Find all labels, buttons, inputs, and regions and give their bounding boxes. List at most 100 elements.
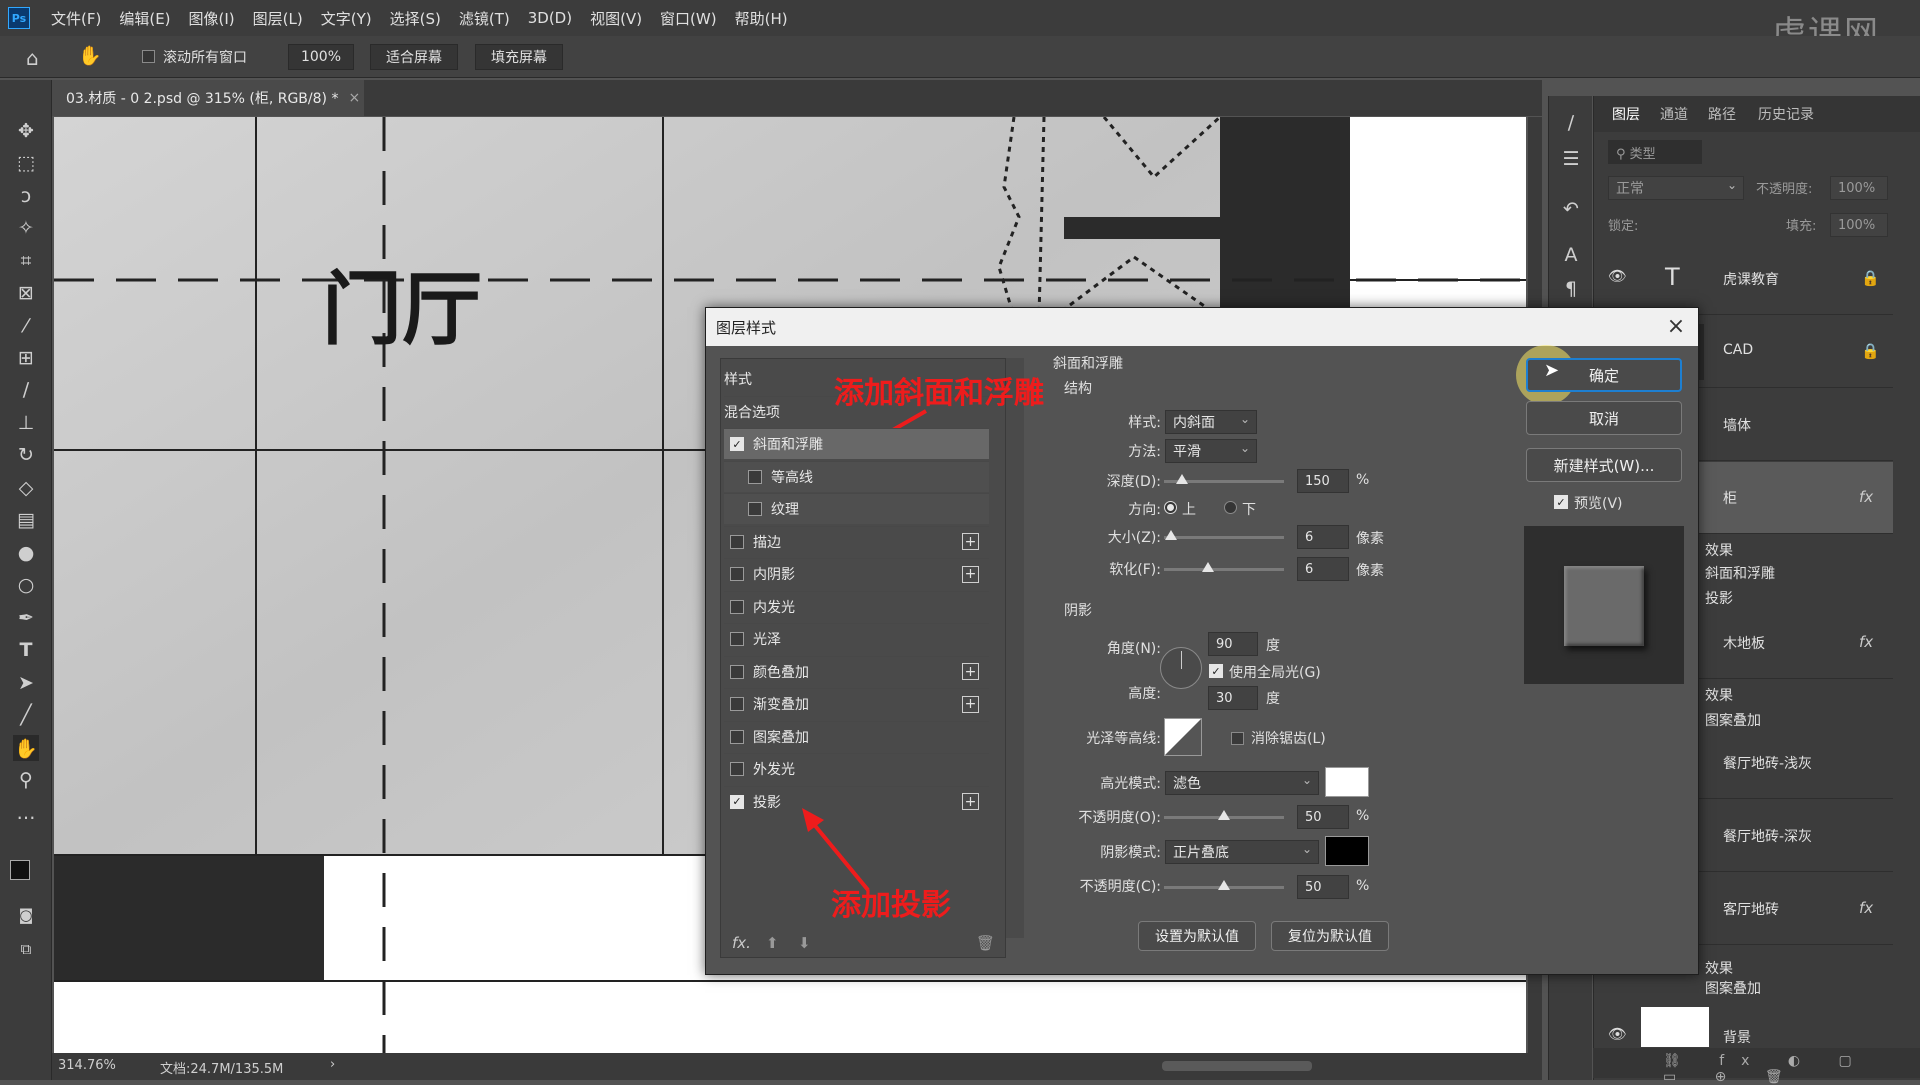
visibility-eye-icon[interactable]: 👁 xyxy=(1608,267,1627,285)
size-slider[interactable] xyxy=(1164,530,1284,540)
horizontal-scroll-thumb[interactable] xyxy=(1162,1061,1312,1071)
highlight-opacity-slider[interactable] xyxy=(1164,810,1284,820)
depth-input[interactable]: 150 xyxy=(1297,469,1349,493)
bevel-style-select[interactable]: 内斜面 xyxy=(1165,410,1257,434)
tab-channels[interactable]: 通道 xyxy=(1660,104,1688,124)
close-icon[interactable]: × xyxy=(1664,314,1688,339)
style-item[interactable]: ✓ 斜面和浮雕 xyxy=(724,428,989,459)
tab-history[interactable]: 历史记录 xyxy=(1758,104,1814,124)
style-item[interactable]: 图案叠加 xyxy=(724,720,989,752)
type-tool-icon[interactable]: T xyxy=(13,637,39,663)
line-tool-icon[interactable]: ╱ xyxy=(13,702,39,728)
status-zoom[interactable]: 314.76% xyxy=(58,1058,116,1073)
style-item[interactable]: 渐变叠加 + xyxy=(724,688,989,719)
menu-layer[interactable]: 图层(L) xyxy=(244,8,312,29)
history-icon[interactable]: ↶ xyxy=(1558,196,1584,222)
tab-layers[interactable]: 图层 xyxy=(1612,104,1640,124)
healing-brush-icon[interactable]: ⊞ xyxy=(13,345,39,371)
style-checkbox[interactable] xyxy=(748,469,762,484)
size-slider-knob[interactable] xyxy=(1165,530,1178,540)
size-input[interactable]: 6 xyxy=(1297,525,1349,549)
preview-checkbox[interactable]: ✓ xyxy=(1554,495,1568,509)
fit-screen-button[interactable]: 适合屏幕 xyxy=(370,44,458,70)
gradient-icon[interactable]: ▤ xyxy=(13,507,39,533)
style-item[interactable]: 外发光 xyxy=(724,753,989,784)
hand-tool-icon[interactable]: ✋ xyxy=(78,44,102,68)
quick-mask-icon[interactable]: ◙ xyxy=(13,902,39,928)
style-checkbox[interactable] xyxy=(730,534,744,549)
reset-default-button[interactable]: 复位为默认值 xyxy=(1271,921,1389,951)
highlight-mode-select[interactable]: 滤色 xyxy=(1165,771,1319,795)
style-checkbox[interactable] xyxy=(730,599,744,614)
direction-up-radio[interactable] xyxy=(1164,501,1177,514)
effect-bevel[interactable]: 斜面和浮雕 xyxy=(1705,563,1775,583)
home-icon[interactable]: ⌂ xyxy=(26,46,48,70)
add-effect-icon[interactable]: + xyxy=(962,565,979,583)
style-item[interactable]: 等高线 xyxy=(724,460,989,492)
add-effect-icon[interactable]: + xyxy=(962,533,979,550)
soften-slider-knob[interactable] xyxy=(1202,562,1215,572)
visibility-eye-icon[interactable]: 👁 xyxy=(1608,1025,1627,1043)
delete-icon[interactable]: 🗑 xyxy=(976,934,995,952)
style-checkbox[interactable]: ✓ xyxy=(730,437,744,451)
menu-window[interactable]: 窗口(W) xyxy=(651,8,726,29)
layers-footer-toolbar[interactable]: ⛓ fx ◐ ▢ ▭ ⊕ 🗑 xyxy=(1593,1048,1920,1085)
technique-select[interactable]: 平滑 xyxy=(1165,439,1257,463)
shadow-opacity-knob[interactable] xyxy=(1218,880,1230,890)
add-effect-icon[interactable]: + xyxy=(962,695,979,713)
status-expand-icon[interactable]: › xyxy=(330,1057,335,1072)
style-checkbox[interactable]: ✓ xyxy=(730,794,744,809)
window-controls[interactable] xyxy=(1720,8,1910,30)
document-tab[interactable]: 03.材质 - 0 2.psd @ 315% (柜, RGB/8) * × xyxy=(52,80,364,116)
style-item[interactable]: ✓ 投影 + xyxy=(724,785,989,817)
move-down-icon[interactable]: ⬇ xyxy=(798,934,811,952)
list-scrollbar[interactable] xyxy=(1006,358,1024,938)
fx-menu-icon[interactable]: fx. xyxy=(732,934,751,952)
move-up-icon[interactable]: ⬆ xyxy=(766,934,779,952)
fx-badge[interactable]: fx xyxy=(1859,633,1873,651)
hand-tool-active-icon[interactable]: ✋ xyxy=(13,735,39,761)
global-light-checkbox[interactable]: ✓ xyxy=(1209,664,1223,678)
blur-tool-icon[interactable]: ● xyxy=(13,540,39,566)
more-tools-icon[interactable]: … xyxy=(13,800,39,826)
zoom-level-button[interactable]: 100% xyxy=(288,44,354,70)
angle-input[interactable]: 90 xyxy=(1208,632,1258,656)
antialias-checkbox[interactable] xyxy=(1231,732,1244,745)
set-default-button[interactable]: 设置为默认值 xyxy=(1138,921,1256,951)
fill-screen-button[interactable]: 填充屏幕 xyxy=(475,44,563,70)
style-item[interactable]: 颜色叠加 + xyxy=(724,655,989,687)
menu-view[interactable]: 视图(V) xyxy=(581,8,651,29)
depth-slider[interactable] xyxy=(1164,474,1284,484)
cancel-button[interactable]: 取消 xyxy=(1526,401,1682,435)
add-effect-icon[interactable]: + xyxy=(962,793,979,810)
menu-help[interactable]: 帮助(H) xyxy=(726,8,797,29)
shadow-mode-select[interactable]: 正片叠底 xyxy=(1165,840,1319,864)
blend-mode-select[interactable]: 正常 xyxy=(1608,176,1744,200)
depth-slider-knob[interactable] xyxy=(1176,474,1188,484)
eyedropper-icon[interactable]: ⁄ xyxy=(13,313,39,339)
dialog-titlebar[interactable]: 图层样式 xyxy=(706,308,1698,346)
soften-slider[interactable] xyxy=(1164,562,1284,572)
style-checkbox[interactable] xyxy=(748,502,762,516)
opacity-input[interactable]: 100% xyxy=(1830,176,1888,200)
brush-settings-icon[interactable]: ∕ xyxy=(1558,110,1584,136)
paragraph-icon[interactable]: ¶ xyxy=(1558,276,1584,302)
fill-input[interactable]: 100% xyxy=(1830,213,1888,237)
layer-row[interactable]: 👁 T 虎课教育 🔒 xyxy=(1593,243,1893,315)
scroll-all-checkbox[interactable] xyxy=(142,50,155,63)
history-brush-icon[interactable]: ↻ xyxy=(13,442,39,468)
add-effect-icon[interactable]: + xyxy=(962,663,979,680)
menu-edit[interactable]: 编辑(E) xyxy=(110,8,179,29)
shadow-opacity-slider[interactable] xyxy=(1164,880,1284,890)
style-item[interactable]: 纹理 xyxy=(724,493,989,524)
menu-type[interactable]: 文字(Y) xyxy=(312,8,381,29)
fx-badge[interactable]: fx xyxy=(1859,899,1873,917)
menu-file[interactable]: 文件(F) xyxy=(42,8,110,29)
menu-image[interactable]: 图像(I) xyxy=(180,8,244,29)
angle-dial[interactable] xyxy=(1160,647,1202,689)
effect-pattern-overlay[interactable]: 图案叠加 xyxy=(1705,978,1761,998)
adjustments-icon[interactable]: ☰ xyxy=(1558,146,1584,172)
highlight-color-swatch[interactable] xyxy=(1325,767,1369,797)
tab-paths[interactable]: 路径 xyxy=(1708,104,1736,124)
style-checkbox[interactable] xyxy=(730,632,744,646)
